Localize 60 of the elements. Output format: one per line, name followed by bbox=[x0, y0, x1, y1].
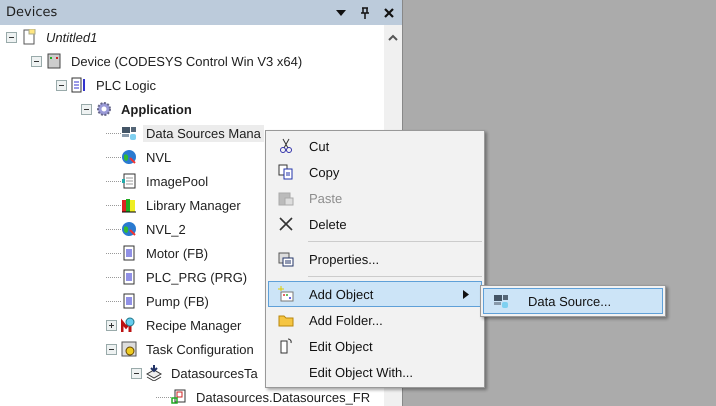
globe-icon bbox=[121, 149, 137, 165]
books-icon bbox=[121, 197, 137, 213]
document-icon bbox=[121, 245, 137, 261]
database-icon bbox=[121, 125, 137, 141]
menu-item[interactable]: Copy bbox=[268, 159, 482, 185]
globe-icon bbox=[121, 221, 137, 237]
menu-item[interactable]: Data Source... bbox=[483, 288, 663, 314]
document-icon bbox=[278, 338, 294, 354]
expand-toggle[interactable] bbox=[106, 320, 117, 330]
menu-item[interactable]: Cut bbox=[268, 133, 482, 159]
menu-item[interactable]: Properties... bbox=[268, 246, 482, 272]
menu-item[interactable]: Edit Object bbox=[268, 333, 482, 359]
tree-item[interactable]: Pump (FB) bbox=[143, 292, 212, 310]
tree-item[interactable]: ImagePool bbox=[143, 172, 212, 190]
pin-icon[interactable] bbox=[360, 6, 370, 18]
tree-item[interactable]: Library Manager bbox=[143, 196, 244, 214]
delete-icon bbox=[278, 216, 294, 232]
close-icon[interactable] bbox=[384, 8, 394, 18]
document-icon bbox=[121, 269, 137, 285]
task-config-icon bbox=[121, 341, 137, 357]
tree-item[interactable]: Datasources.Datasources_FR bbox=[193, 388, 374, 406]
recipe-icon bbox=[121, 317, 137, 333]
menu-item[interactable]: Delete bbox=[268, 211, 482, 237]
database-icon bbox=[493, 293, 509, 309]
dropdown-icon[interactable] bbox=[336, 10, 346, 16]
scissors-icon bbox=[278, 138, 294, 154]
tree-item[interactable]: Application bbox=[118, 100, 195, 118]
tree-item[interactable]: PLC Logic bbox=[93, 76, 159, 94]
menu-item[interactable]: Add Object bbox=[268, 281, 482, 307]
menu-item[interactable]: Edit Object With... bbox=[268, 359, 482, 385]
stack-icon bbox=[146, 365, 162, 381]
collapse-toggle[interactable] bbox=[131, 368, 142, 378]
add-object-icon bbox=[278, 286, 294, 302]
submenu-arrow-icon bbox=[463, 290, 469, 298]
tree-item[interactable]: PLC_PRG (PRG) bbox=[143, 268, 250, 286]
tree-item[interactable]: DatasourcesTa bbox=[168, 364, 261, 382]
copy-icon bbox=[278, 164, 294, 180]
tree-item[interactable]: Motor (FB) bbox=[143, 244, 212, 262]
tree-item[interactable]: Task Configuration bbox=[143, 340, 257, 358]
collapse-toggle[interactable] bbox=[106, 344, 117, 354]
document-icon bbox=[21, 29, 37, 45]
tree-item[interactable]: Recipe Manager bbox=[143, 316, 244, 334]
properties-icon bbox=[278, 251, 294, 267]
tree-item[interactable]: Untitled1 bbox=[43, 28, 100, 46]
tree-item[interactable]: Data Sources Mana bbox=[143, 124, 264, 142]
tree-item[interactable]: Device (CODESYS Control Win V3 x64) bbox=[68, 52, 306, 70]
document-icon bbox=[71, 77, 87, 93]
tree-item[interactable]: NVL bbox=[143, 148, 174, 166]
tree-item[interactable]: NVL_2 bbox=[143, 220, 189, 238]
collapse-toggle[interactable] bbox=[31, 56, 42, 66]
collapse-toggle[interactable] bbox=[6, 32, 17, 42]
scroll-up-icon[interactable] bbox=[388, 33, 398, 43]
gear-icon bbox=[96, 101, 112, 117]
collapse-toggle[interactable] bbox=[81, 104, 92, 114]
document-icon bbox=[121, 293, 137, 309]
menu-item[interactable]: Add Folder... bbox=[268, 307, 482, 333]
clipboard-icon bbox=[278, 190, 294, 206]
panel-title: Devices bbox=[6, 5, 58, 20]
collapse-toggle[interactable] bbox=[56, 80, 67, 90]
device-icon bbox=[46, 53, 62, 69]
